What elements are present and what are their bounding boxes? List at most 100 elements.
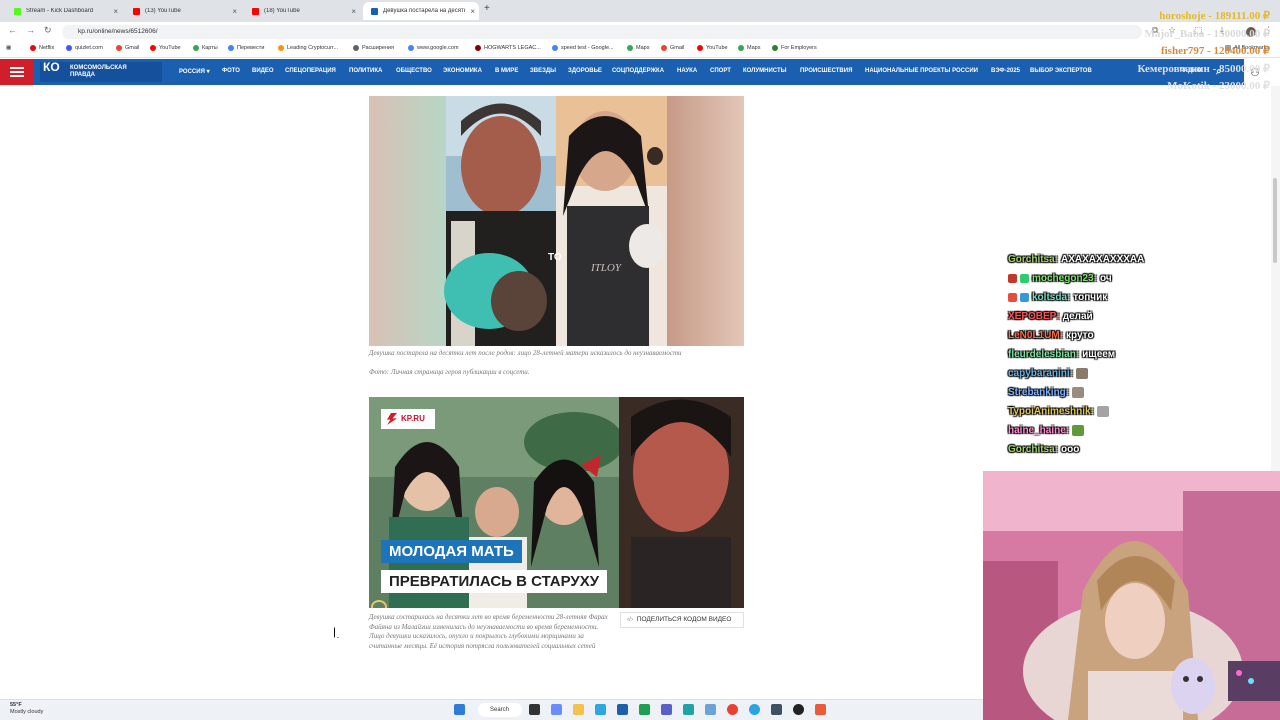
url-field[interactable]: kp.ru/online/news/6512606/	[62, 25, 1142, 39]
kp-bolt-icon	[387, 413, 397, 425]
weather-widget[interactable]: 55°F Mostly cloudy	[10, 702, 43, 716]
nav-item-science[interactable]: НАУКА	[677, 68, 697, 74]
tab-kp-article[interactable]: Девушка постарела на десятк ×	[363, 2, 479, 20]
region-selector[interactable]: РОССИЯ ▾	[179, 68, 210, 75]
bookmark-speedtest[interactable]: speed test - Google...	[552, 45, 614, 51]
nav-item-stars[interactable]: ЗВЕЗДЫ	[530, 68, 556, 74]
xbox-icon[interactable]	[639, 704, 650, 715]
nav-item-social-support[interactable]: СОЦПОДДЕРЖКА	[612, 68, 664, 74]
app-icon[interactable]	[705, 704, 716, 715]
bookmark-maps-ru[interactable]: Карты	[193, 45, 218, 51]
app-icon[interactable]	[815, 704, 826, 715]
bookmark-employers[interactable]: For Employers	[772, 45, 817, 51]
task-view-icon[interactable]	[529, 704, 540, 715]
app-icon[interactable]	[617, 704, 628, 715]
tab-youtube-18[interactable]: (18) YouTube ×	[244, 2, 360, 20]
bookmark-youtube[interactable]: YouTube	[150, 45, 181, 51]
new-tab-button[interactable]: +	[484, 3, 490, 14]
chevron-down-icon: ▾	[206, 69, 210, 75]
bookmark-gmail-2[interactable]: Gmail	[661, 45, 684, 51]
windows-start-icon[interactable]	[454, 704, 465, 715]
close-tab-icon[interactable]: ×	[113, 7, 118, 16]
employers-icon	[772, 45, 778, 51]
hamburger-menu-icon[interactable]	[0, 59, 34, 85]
bookmark-extensions[interactable]: Расширения	[353, 45, 394, 51]
donation-leaderboard: horoshoje - 189111.00 ₽ Major_Baba - 150…	[1080, 8, 1270, 96]
donation-entry: fisher797 - 120400.00 ₽	[1160, 45, 1270, 57]
apps-icon[interactable]: ▦	[6, 45, 11, 51]
donation-entry: MoKotik - 23000.00 ₽	[1167, 80, 1270, 92]
chrome-icon[interactable]	[727, 704, 738, 715]
scrollbar-thumb[interactable]	[1273, 178, 1277, 263]
bookmark-translate[interactable]: Перевести	[228, 45, 264, 51]
chat-message: TypoiAnimeshnik:	[1008, 402, 1273, 421]
nav-item-world[interactable]: В МИРЕ	[495, 68, 518, 74]
moderator-badge-icon	[1020, 274, 1029, 283]
gmail-icon	[116, 45, 122, 51]
youtube-icon	[150, 45, 156, 51]
obs-icon[interactable]	[793, 704, 804, 715]
kp-video-badge: KP.RU	[381, 409, 435, 429]
forward-icon[interactable]: →	[26, 25, 35, 35]
donation-entry: Major_Baba - 150000.00 ₽	[1144, 27, 1270, 40]
youtube-icon	[252, 7, 259, 15]
nav-item-society[interactable]: ОБЩЕСТВО	[396, 68, 432, 74]
share-video-code-button[interactable]: ‹/› ПОДЕЛИТЬСЯ КОДОМ ВИДЕО	[620, 612, 744, 628]
kp-icon	[371, 7, 378, 15]
nav-item-vef-2025[interactable]: ВЭФ-2025	[991, 68, 1020, 74]
nav-item-special-operation[interactable]: СПЕЦОПЕРАЦИЯ	[285, 68, 336, 74]
site-navigation: КО КОМСОМОЛЬСКАЯ ПРАВДА РОССИЯ ▾ ФОТО ВИ…	[0, 59, 1244, 85]
moderator-badge-icon	[1020, 293, 1029, 302]
tab-youtube-13[interactable]: (13) YouTube ×	[125, 2, 241, 20]
nav-item-columnists[interactable]: КОЛУМНИСТЫ	[743, 68, 787, 74]
close-tab-icon[interactable]: ×	[470, 7, 475, 16]
bookmark-youtube-2[interactable]: YouTube	[697, 45, 728, 51]
bookmark-maps-2[interactable]: Maps	[738, 45, 760, 51]
chat-message: haine_haine:	[1008, 421, 1273, 440]
nav-item-sport[interactable]: СПОРТ	[710, 68, 731, 74]
nav-item-incidents[interactable]: ПРОИСШЕСТВИЯ	[800, 68, 852, 74]
copilot-icon[interactable]	[551, 704, 562, 715]
nav-item-economy[interactable]: ЭКОНОМИКА	[443, 68, 482, 74]
close-tab-icon[interactable]: ×	[351, 7, 356, 16]
bookmark-gmail[interactable]: Gmail	[116, 45, 139, 51]
nav-item-politics[interactable]: ПОЛИТИКА	[349, 68, 382, 74]
maps-pin-icon	[193, 45, 199, 51]
streamer-webcam	[983, 471, 1280, 720]
tab-kick-dashboard[interactable]: Stream - Kick Dashboard ×	[6, 2, 122, 20]
hogwarts-icon	[475, 45, 481, 51]
store-icon[interactable]	[595, 704, 606, 715]
emote-icon	[1076, 368, 1089, 379]
frog-emote-icon	[1072, 425, 1085, 436]
close-tab-icon[interactable]: ×	[232, 7, 237, 16]
edge-icon[interactable]	[683, 704, 694, 715]
chat-message: Gorchitsa: ооо	[1008, 444, 1080, 455]
chat-message: LeN0L1UM: круто	[1008, 330, 1094, 341]
bookmark-crypto[interactable]: Leading Cryptocurr...	[278, 45, 338, 51]
video-caption: Девушка состарилась на десятки лет во вр…	[369, 613, 608, 650]
bookmark-google[interactable]: www.google.com	[408, 45, 459, 51]
nav-item-health[interactable]: ЗДОРОВЬЕ	[568, 68, 602, 74]
site-logo[interactable]: КО КОМСОМОЛЬСКАЯ ПРАВДА	[40, 61, 162, 82]
bookmark-maps[interactable]: Maps	[627, 45, 649, 51]
chat-message: capybaranini:	[1008, 364, 1273, 383]
teams-icon[interactable]	[661, 704, 672, 715]
webcam-picture	[983, 471, 1280, 720]
chat-message: Strebanking:	[1008, 383, 1273, 402]
reload-icon[interactable]: ↻	[44, 25, 52, 36]
app-icon[interactable]	[771, 704, 782, 715]
nav-item-national-projects[interactable]: НАЦИОНАЛЬНЫЕ ПРОЕКТЫ РОССИИ	[865, 68, 978, 74]
article-video-player[interactable]: KP.RU МОЛОДАЯ МАТЬ ПРЕВРАТИЛАСЬ В СТАРУХ…	[369, 397, 744, 608]
stream-chat-overlay: Gorchitsa: АХАХАХАХХХАА mochegon23: оч kol…	[1008, 250, 1273, 459]
back-icon[interactable]: ←	[8, 25, 17, 35]
bookmark-netflix[interactable]: Netflix	[30, 45, 54, 51]
nav-item-video[interactable]: ВИДЕО	[252, 68, 274, 74]
bookmark-quizlet[interactable]: quizlet.com	[66, 45, 103, 51]
bookmark-hogwarts[interactable]: HOGWARTS LEGAC...	[475, 45, 541, 51]
svg-text:ITLOY: ITLOY	[590, 262, 623, 274]
nav-item-photo[interactable]: ФОТО	[222, 68, 240, 74]
file-explorer-icon[interactable]	[573, 704, 584, 715]
telegram-icon[interactable]	[749, 704, 760, 715]
chat-message: fleurdelesbian: ищеем	[1008, 349, 1116, 360]
taskbar-search[interactable]: Search	[478, 703, 522, 717]
